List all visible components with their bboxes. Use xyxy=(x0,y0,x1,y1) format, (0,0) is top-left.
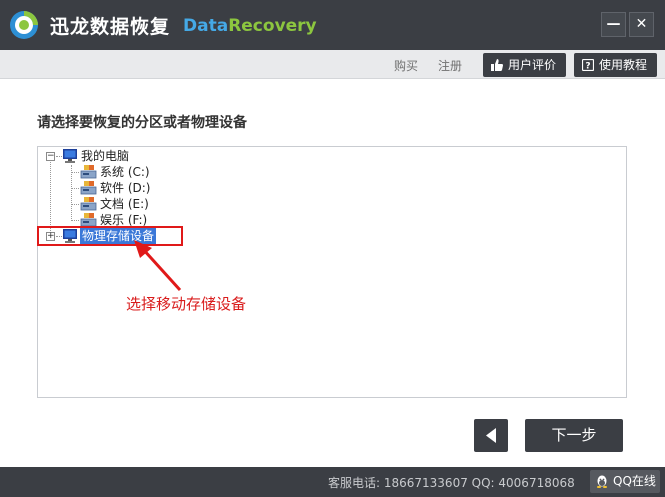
app-brand: DataRecovery xyxy=(183,16,317,36)
close-icon: ✕ xyxy=(635,16,648,32)
annotation-text: 选择移动存储设备 xyxy=(126,295,247,313)
tree-connector xyxy=(71,165,72,221)
title-bar: 迅龙数据恢复 DataRecovery — ✕ xyxy=(0,0,665,50)
computer-icon xyxy=(63,149,77,163)
tree-connector xyxy=(71,172,79,173)
svg-text:?: ? xyxy=(585,62,590,72)
close-button[interactable]: ✕ xyxy=(629,12,654,37)
brand-data: Data xyxy=(183,16,229,36)
page-heading: 请选择要恢复的分区或者物理设备 xyxy=(37,115,247,131)
thumbs-up-icon xyxy=(491,59,503,71)
app-logo-icon xyxy=(10,11,38,39)
brand-recovery: Recovery xyxy=(228,16,317,36)
minimize-button[interactable]: — xyxy=(601,12,626,37)
triangle-left-icon xyxy=(486,428,496,443)
register-link[interactable]: 注册 xyxy=(438,57,462,74)
drive-d-label: 软件 (D:) xyxy=(100,181,151,195)
tutorial-label: 使用教程 xyxy=(599,58,648,72)
minimize-icon: — xyxy=(606,16,621,32)
drive-e-label: 文档 (E:) xyxy=(100,197,149,211)
qq-penguin-icon xyxy=(597,475,607,488)
user-review-button[interactable]: 用户评价 xyxy=(483,53,566,77)
tree-collapse-toggle[interactable]: − xyxy=(46,152,55,161)
tree-connector xyxy=(71,204,79,205)
tutorial-button[interactable]: ? 使用教程 xyxy=(574,53,657,77)
next-step-button[interactable]: 下一步 xyxy=(525,419,623,452)
qq-online-label: QQ在线 xyxy=(613,474,656,488)
tree-connector xyxy=(71,220,79,221)
drive-c-label: 系统 (C:) xyxy=(100,165,150,179)
top-toolbar: 购买 注册 用户评价 ? 使用教程 xyxy=(0,50,665,79)
annotation-arrow-icon xyxy=(134,240,182,292)
contact-info: 客服电话: 18667133607 QQ: 4006718068 xyxy=(328,476,575,490)
user-review-label: 用户评价 xyxy=(508,58,557,72)
drive-icon xyxy=(80,165,97,179)
drive-icon xyxy=(80,197,97,211)
buy-link[interactable]: 购买 xyxy=(394,57,418,74)
tree-connector xyxy=(71,188,79,189)
my-computer-label: 我的电脑 xyxy=(81,149,130,163)
status-bar: 客服电话: 18667133607 QQ: 4006718068 QQ在线 xyxy=(0,467,665,497)
app-title: 迅龙数据恢复 xyxy=(50,16,171,38)
drive-icon xyxy=(80,213,97,227)
help-book-icon: ? xyxy=(582,59,594,71)
drive-icon xyxy=(80,181,97,195)
qq-online-button[interactable]: QQ在线 xyxy=(590,470,660,493)
back-button[interactable] xyxy=(474,419,508,452)
